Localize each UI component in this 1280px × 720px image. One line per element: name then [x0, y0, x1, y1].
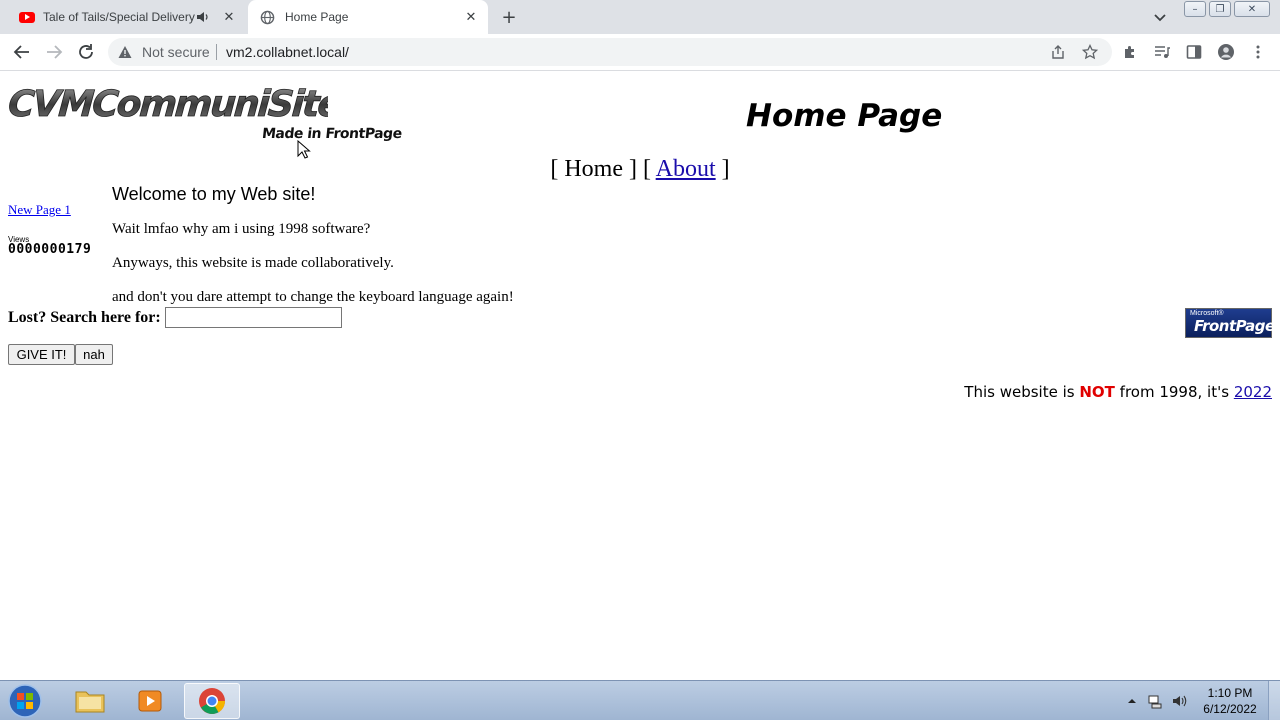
url-text[interactable]: vm2.collabnet.local/ — [226, 44, 349, 60]
search-label: Lost? Search here for: — [8, 309, 161, 326]
start-orb-icon[interactable] — [5, 683, 45, 719]
tab-home-page[interactable]: Home Page ✕ — [248, 0, 488, 34]
back-icon[interactable] — [11, 41, 33, 63]
chrome-taskbar-button[interactable] — [184, 683, 240, 719]
media-player-taskbar-button[interactable] — [122, 683, 178, 719]
mouse-cursor-icon — [297, 140, 311, 159]
show-desktop-button[interactable] — [1268, 681, 1280, 720]
menu-dots-icon[interactable] — [1250, 44, 1266, 60]
year-link[interactable]: 2022 — [1234, 383, 1272, 401]
frontpage-badge: Microsoft® FrontPage — [1185, 308, 1275, 338]
clock-time: 1:10 PM — [1207, 686, 1253, 700]
tab-youtube[interactable]: Tale of Tails/Special Delivery ✕ — [8, 0, 246, 34]
folder-icon — [75, 691, 105, 713]
divider — [216, 44, 217, 60]
close-window-button[interactable]: ✕ — [1234, 1, 1270, 17]
volume-icon[interactable] — [1171, 693, 1187, 709]
site-logo: CVMCommuniSite — [8, 84, 328, 126]
give-it-submit-button[interactable]: GIVE IT! — [8, 344, 75, 365]
show-hidden-icons-icon[interactable] — [1124, 693, 1140, 709]
reload-icon[interactable] — [75, 41, 97, 63]
nav-about-link[interactable]: About — [656, 156, 716, 182]
browser-toolbar: Not secure vm2.collabnet.local/ — [0, 34, 1280, 71]
clock-date: 6/12/2022 — [1203, 702, 1257, 716]
new-page-1-link[interactable]: New Page 1 — [8, 202, 71, 218]
star-icon[interactable] — [1082, 44, 1098, 60]
paragraph: Anyways, this website is made collaborat… — [112, 255, 394, 271]
close-tab-icon[interactable]: ✕ — [462, 8, 480, 26]
svg-text:CVMCommuniSite: CVMCommuniSite — [8, 84, 328, 125]
media-control-icon[interactable] — [1154, 44, 1170, 60]
nav-home: Home — [564, 156, 623, 182]
tab-title: Home Page — [285, 10, 349, 24]
tab-title: Tale of Tails/Special Delivery — [43, 10, 195, 24]
new-tab-button[interactable]: + — [498, 7, 520, 28]
youtube-icon — [19, 11, 35, 23]
minimize-button[interactable]: – — [1184, 1, 1206, 17]
restore-button[interactable]: ❐ — [1209, 1, 1231, 17]
chrome-icon — [199, 688, 226, 714]
warning-icon[interactable] — [118, 45, 132, 59]
extensions-icon[interactable] — [1122, 44, 1138, 60]
chevron-down-icon[interactable] — [1152, 9, 1168, 25]
network-icon[interactable] — [1147, 693, 1163, 709]
share-icon[interactable] — [1050, 44, 1066, 60]
taskbar: 1:10 PM 6/12/2022 — [0, 680, 1280, 720]
page-title: Home Page — [746, 98, 943, 134]
paragraph: and don't you dare attempt to change the… — [112, 289, 514, 305]
security-label[interactable]: Not secure — [142, 44, 210, 60]
profile-avatar-icon[interactable] — [1218, 44, 1234, 60]
close-tab-icon[interactable]: ✕ — [220, 8, 238, 26]
page-content: CVMCommuniSite Made in FrontPage Home Pa… — [0, 72, 1280, 680]
system-clock[interactable]: 1:10 PM 6/12/2022 — [1196, 685, 1264, 717]
globe-icon — [260, 10, 275, 24]
made-in-frontpage-text: Made in FrontPage — [261, 126, 403, 142]
hit-counter: 0000000179 — [8, 242, 92, 257]
media-player-icon — [138, 690, 162, 712]
nah-reset-button[interactable]: nah — [75, 344, 113, 365]
welcome-heading: Welcome to my Web site! — [112, 184, 316, 204]
address-bar[interactable]: Not secure vm2.collabnet.local/ — [108, 38, 1112, 66]
footer-text: This website is NOT from 1998, it's 2022 — [964, 383, 1272, 401]
speaker-icon[interactable] — [196, 10, 210, 24]
paragraph: Wait lmfao why am i using 1998 software? — [112, 221, 371, 237]
file-explorer-taskbar-button[interactable] — [62, 683, 118, 719]
side-panel-icon[interactable] — [1186, 44, 1202, 60]
search-input[interactable] — [165, 307, 342, 328]
tab-strip: Tale of Tails/Special Delivery ✕ Home Pa… — [0, 0, 1280, 34]
forward-icon[interactable] — [43, 41, 65, 63]
nav-bar: [ Home ] [ About ] — [550, 156, 730, 182]
